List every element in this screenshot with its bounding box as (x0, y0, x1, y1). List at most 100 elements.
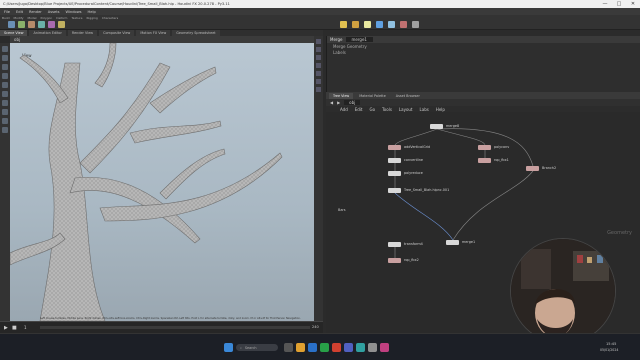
network-node[interactable] (526, 166, 539, 171)
area-light-icon[interactable] (364, 21, 371, 28)
snap-tool-icon[interactable] (2, 109, 8, 115)
network-node-label: polyconv (494, 145, 510, 149)
media-app-icon[interactable] (380, 343, 389, 352)
node-type-label: Merge (330, 37, 343, 42)
end-frame[interactable]: 240 (312, 325, 319, 329)
discord-icon[interactable] (344, 343, 353, 352)
network-node-label: rop_fbx2 (404, 258, 419, 262)
shading-mode-icon[interactable] (316, 47, 321, 52)
shelf-tab-modify[interactable]: Modify (14, 16, 24, 20)
brush-tool-icon[interactable] (2, 118, 8, 124)
menu-render[interactable]: Render (29, 10, 42, 14)
net-menu-help[interactable]: Help (436, 107, 445, 112)
net-menu-tools[interactable]: Tools (382, 107, 392, 112)
network-node[interactable] (446, 240, 459, 245)
net-menu-layout[interactable]: Layout (399, 107, 413, 112)
timeline[interactable]: ▶ ■ 1 240 (0, 321, 323, 333)
network-node[interactable] (430, 124, 443, 129)
normals-icon[interactable] (316, 87, 321, 92)
menu-file[interactable]: File (4, 10, 10, 14)
task-view-icon[interactable] (284, 343, 293, 352)
clock-date[interactable]: 05/01/2024 (600, 348, 618, 352)
camera-tool-icon[interactable] (376, 21, 383, 28)
taskbar-search[interactable]: ⌕ Search (236, 344, 278, 351)
pose-tool-icon[interactable] (2, 100, 8, 106)
scene-viewport[interactable]: View Left mouse tumbles. Middle pans. Ri… (10, 43, 314, 321)
ghost-icon[interactable] (316, 71, 321, 76)
settings-icon[interactable] (368, 343, 377, 352)
shelf-tab-deform[interactable]: Deform (56, 16, 67, 20)
tab-material-palette[interactable]: Material Palette (355, 92, 390, 99)
param-header: Merge merge1 (327, 36, 640, 43)
file-explorer-icon[interactable] (296, 343, 305, 352)
network-node[interactable] (478, 145, 491, 150)
shelf-tab-texture[interactable]: Texture (71, 16, 82, 20)
close-button[interactable]: ✕ (626, 0, 640, 8)
move-tool-icon[interactable] (2, 55, 8, 61)
network-node-label: convertline (404, 158, 424, 162)
torus-tool-icon[interactable] (38, 21, 45, 28)
viewport-context[interactable]: obj (14, 37, 20, 42)
network-path[interactable]: obj (344, 100, 361, 105)
network-node[interactable] (388, 171, 401, 176)
network-node[interactable] (388, 242, 401, 247)
scale-tool-icon[interactable] (2, 73, 8, 79)
network-node[interactable] (388, 258, 401, 263)
minimize-button[interactable]: — (598, 0, 612, 8)
view-tool-icon[interactable] (2, 91, 8, 97)
shelf-tab-model[interactable]: Model (27, 16, 36, 20)
select-tool-icon[interactable] (2, 46, 8, 52)
chrome-icon[interactable] (320, 343, 329, 352)
houdini-icon[interactable] (332, 343, 341, 352)
start-icon[interactable] (224, 343, 233, 352)
lighting-icon[interactable] (316, 63, 321, 68)
vr-camera-icon[interactable] (412, 21, 419, 28)
menu-windows[interactable]: Windows (65, 10, 81, 14)
handle-tool-icon[interactable] (2, 82, 8, 88)
clock-time[interactable]: 15:45 (606, 342, 616, 346)
network-node[interactable] (388, 188, 401, 193)
menu-help[interactable]: Help (88, 10, 96, 14)
timeline-scrubber[interactable] (40, 326, 310, 329)
point-display-icon[interactable] (316, 79, 321, 84)
sphere-tool-icon[interactable] (18, 21, 25, 28)
shelf-tab-rigging[interactable]: Rigging (86, 16, 97, 20)
stop-button-icon[interactable]: ■ (12, 325, 17, 331)
edge-icon[interactable] (308, 343, 317, 352)
shelf-tab-build[interactable]: Build (2, 16, 10, 20)
sky-light-icon[interactable] (400, 21, 407, 28)
net-menu-edit[interactable]: Edit (355, 107, 363, 112)
net-menu-add[interactable]: Add (340, 107, 348, 112)
wireframe-icon[interactable] (316, 55, 321, 60)
network-node[interactable] (388, 145, 401, 150)
maximize-button[interactable]: □ (612, 0, 626, 8)
null-tool-icon[interactable] (58, 21, 65, 28)
shelf-tab-characters[interactable]: Characters (102, 16, 118, 20)
node-name-field[interactable]: merge1 (345, 37, 373, 42)
window-title: C:/Users/Jugo/Desktop/Blue Projects/UE/P… (3, 2, 230, 6)
box-tool-icon[interactable] (8, 21, 15, 28)
light-tool-icon[interactable] (340, 21, 347, 28)
forward-icon[interactable]: ▶ (337, 100, 340, 105)
grid-tool-icon[interactable] (48, 21, 55, 28)
render-region-icon[interactable] (2, 127, 8, 133)
tube-tool-icon[interactable] (28, 21, 35, 28)
param-row[interactable]: Labels (327, 49, 640, 55)
net-menu-labs[interactable]: Labs (420, 107, 429, 112)
rotate-tool-icon[interactable] (2, 64, 8, 70)
menu-edit[interactable]: Edit (16, 10, 23, 14)
shelf-tab-polygon[interactable]: Polygon (41, 16, 53, 20)
menu-assets[interactable]: Assets (48, 10, 60, 14)
network-node[interactable] (478, 158, 491, 163)
tab-asset-browser[interactable]: Asset Browser (391, 92, 424, 99)
network-node[interactable] (388, 158, 401, 163)
net-menu-go[interactable]: Go (370, 107, 376, 112)
tab-tree-view[interactable]: Tree View (329, 92, 354, 99)
back-icon[interactable]: ◀ (330, 100, 333, 105)
current-frame[interactable]: 1 (24, 325, 27, 330)
play-button-icon[interactable]: ▶ (4, 325, 8, 331)
env-light-icon[interactable] (388, 21, 395, 28)
spot-light-icon[interactable] (352, 21, 359, 28)
app-icon[interactable] (356, 343, 365, 352)
display-options-icon[interactable] (316, 39, 321, 44)
